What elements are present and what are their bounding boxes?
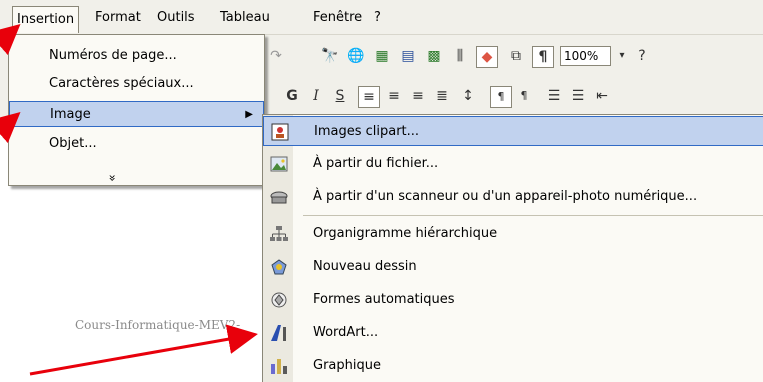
annotation-arrows (0, 24, 258, 376)
arrow-image (0, 112, 21, 144)
arrow-wordart (29, 324, 258, 376)
arrow-insertion (0, 24, 21, 56)
